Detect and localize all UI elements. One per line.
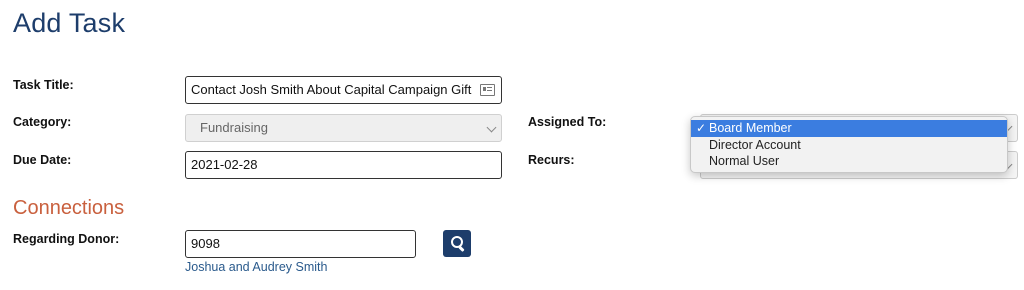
contact-card-icon[interactable] (480, 84, 495, 96)
option-label: Board Member (709, 121, 792, 135)
regarding-donor-input[interactable]: 9098 (185, 230, 416, 258)
assigned-to-option-director-account[interactable]: Director Account (691, 137, 1007, 154)
assigned-to-option-normal-user[interactable]: Normal User (691, 153, 1007, 170)
due-date-input[interactable]: 2021-02-28 (185, 151, 502, 179)
connections-heading: Connections (13, 197, 125, 219)
donor-name-link[interactable]: Joshua and Audrey Smith (185, 260, 327, 274)
category-select: Fundraising (185, 114, 502, 142)
page-title: Add Task (13, 8, 126, 38)
assigned-to-dropdown-menu[interactable]: ✓ Board Member Director Account Normal U… (690, 116, 1008, 173)
checkmark-icon: ✓ (696, 121, 707, 135)
due-date-label: Due Date: (13, 153, 72, 167)
recurs-label: Recurs: (528, 153, 575, 167)
option-label: Director Account (709, 137, 801, 152)
category-label: Category: (13, 115, 72, 129)
regarding-donor-label: Regarding Donor: (13, 232, 120, 246)
donor-search-button[interactable] (443, 230, 471, 257)
assigned-to-label: Assigned To: (528, 115, 607, 129)
task-title-input[interactable]: Contact Josh Smith About Capital Campaig… (185, 76, 502, 104)
chevron-down-icon (486, 122, 497, 133)
regarding-donor-value: 9098 (191, 236, 220, 251)
assigned-to-option-board-member[interactable]: ✓ Board Member (691, 120, 1007, 137)
due-date-value: 2021-02-28 (191, 157, 258, 172)
task-title-value: Contact Josh Smith About Capital Campaig… (191, 82, 472, 97)
search-icon-handle (458, 245, 465, 253)
task-title-label: Task Title: (13, 78, 74, 92)
category-value: Fundraising (200, 120, 268, 135)
option-label: Normal User (709, 154, 780, 168)
